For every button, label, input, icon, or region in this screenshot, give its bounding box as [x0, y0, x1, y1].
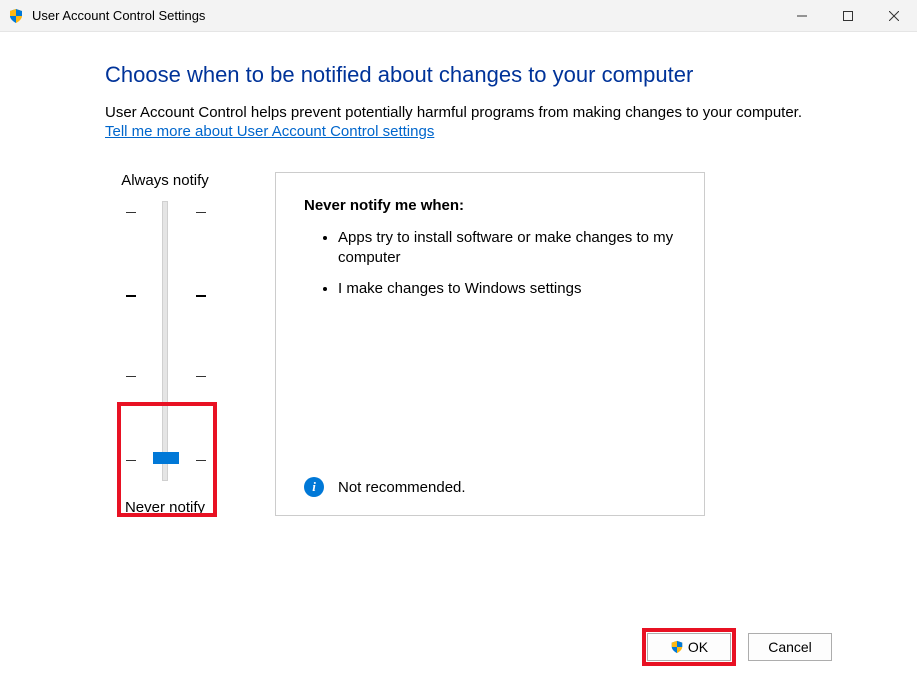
panel-footer-text: Not recommended.: [338, 479, 466, 496]
shield-icon: [8, 8, 24, 24]
close-button[interactable]: [871, 0, 917, 32]
info-icon: i: [304, 477, 324, 497]
slider-label-top: Always notify: [121, 172, 209, 189]
maximize-button[interactable]: [825, 0, 871, 32]
ok-button-label: OK: [688, 639, 708, 655]
window-title: User Account Control Settings: [32, 8, 205, 23]
minimize-button[interactable]: [779, 0, 825, 32]
page-heading: Choose when to be notified about changes…: [105, 62, 857, 88]
cancel-button[interactable]: Cancel: [748, 633, 832, 661]
panel-item: Apps try to install software or make cha…: [338, 228, 676, 269]
page-subtext: User Account Control helps prevent poten…: [105, 104, 857, 121]
ok-button[interactable]: OK: [647, 633, 731, 661]
shield-icon: [670, 640, 684, 654]
info-panel: Never notify me when: Apps try to instal…: [275, 172, 705, 516]
titlebar: User Account Control Settings: [0, 0, 917, 32]
annotation-highlight-ok: OK: [642, 628, 736, 666]
panel-title: Never notify me when:: [304, 197, 676, 214]
panel-item: I make changes to Windows settings: [338, 279, 676, 299]
slider-track[interactable]: [162, 201, 168, 481]
learn-more-link[interactable]: Tell me more about User Account Control …: [105, 123, 434, 140]
notification-slider[interactable]: Always notify Never notify: [105, 172, 225, 516]
cancel-button-label: Cancel: [768, 639, 812, 655]
slider-thumb[interactable]: [153, 452, 179, 464]
slider-label-bottom: Never notify: [125, 499, 205, 516]
